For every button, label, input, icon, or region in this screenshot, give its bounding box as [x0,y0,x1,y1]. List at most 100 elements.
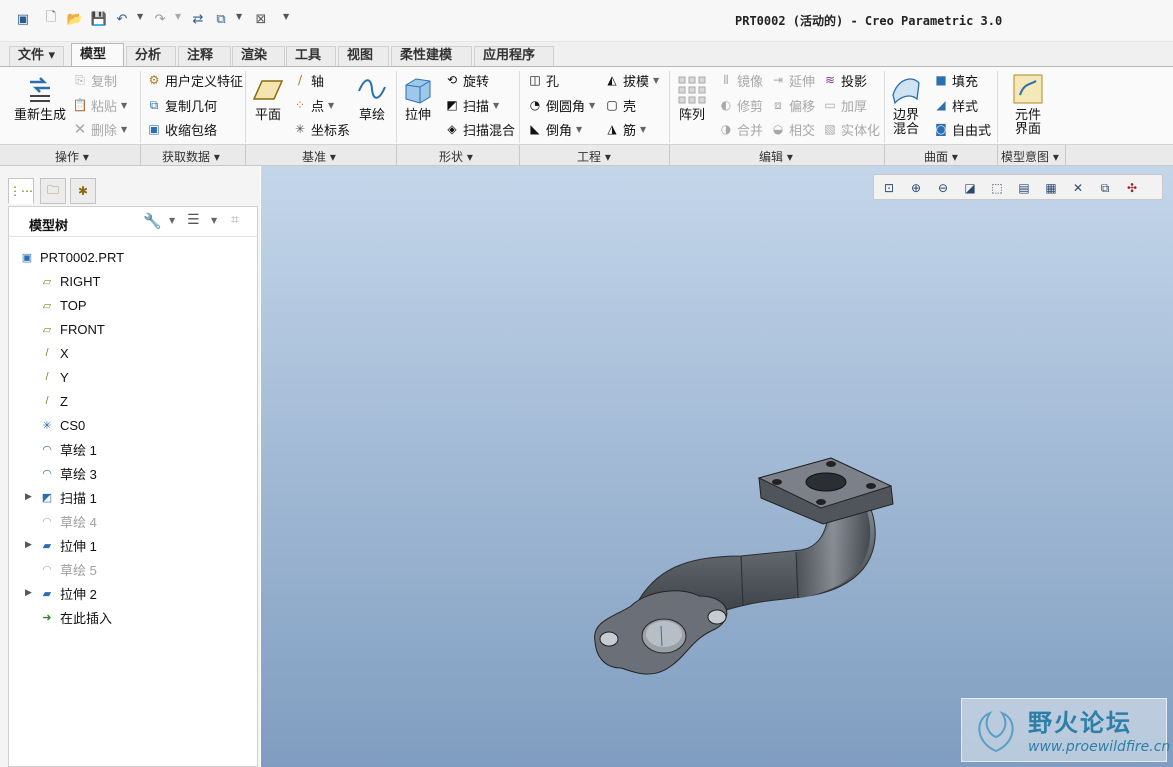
model-tree-tab-icon[interactable]: ⋮⋯ [8,178,34,204]
regenerate-small-icon[interactable]: ⇄ [189,10,207,28]
point-dropdown-icon[interactable]: ▼ [328,101,334,110]
tree-node[interactable]: ▱ TOP [39,295,87,315]
tree-node[interactable]: ✳ CS0 [39,415,85,435]
app-menu-icon[interactable]: ▣ [14,10,32,28]
tab-flexible-modeling[interactable]: 柔性建模 [391,46,472,66]
tree-node[interactable]: ▰ 拉伸 2 [39,583,97,603]
favorites-tab-icon[interactable]: ✱ [70,178,96,204]
extrude-button[interactable]: 拉伸 [402,73,434,123]
paste-button[interactable]: 📋 粘贴 ▼ [72,95,128,115]
sketch-button[interactable]: 草绘 [356,73,388,123]
tree-node[interactable]: / X [39,343,68,363]
zoom-in-icon[interactable]: ⊕ [905,178,927,198]
group-surfaces[interactable]: 曲面 ▾ [924,148,958,165]
group-model-intent[interactable]: 模型意图 ▾ [1001,148,1059,165]
group-engineering[interactable]: 工程 ▾ [577,148,611,165]
tab-tools[interactable]: 工具 [286,46,336,66]
tab-file[interactable]: 文件 ▾ [9,46,64,66]
tree-expander-icon[interactable]: ▶ [25,492,32,502]
trim-button[interactable]: ◐ 修剪 [718,95,763,115]
tab-view[interactable]: 视图 [338,46,389,66]
regenerate-button[interactable]: 重新生成 [14,73,66,123]
tab-render[interactable]: 渲染 [232,46,285,66]
freestyle-button[interactable]: ◙ 自由式 [933,119,991,139]
display-style-icon[interactable]: ⬚ [986,178,1008,198]
boundary-blend-button[interactable]: 边界 混合 [890,73,922,137]
tree-node[interactable]: ◠ 草绘 4 [39,511,97,531]
open-folder-icon[interactable]: 📂 [66,10,84,28]
component-interface-button[interactable]: 元件 界面 [1012,73,1044,137]
mirror-button[interactable]: ⫴ 镜像 [718,70,763,90]
round-dropdown-icon[interactable]: ▼ [589,101,595,110]
axis-button[interactable]: / 轴 [292,70,324,90]
refit-icon[interactable]: ⊡ [878,178,900,198]
intersect-button[interactable]: ◒ 相交 [770,119,815,139]
repaint-icon[interactable]: ◪ [959,178,981,198]
tree-node[interactable]: ▣ PRT0002.PRT [19,247,124,267]
rib-button[interactable]: ◮ 筋 ▼ [604,119,646,139]
undo-dropdown-icon[interactable]: ▼ [137,12,143,21]
group-editing[interactable]: 编辑 ▾ [759,148,793,165]
tree-node[interactable]: ➜ 在此插入 [39,607,112,627]
customize-qat-icon[interactable]: ▼ [283,12,289,21]
sweep-button[interactable]: ◩ 扫描 ▼ [444,95,499,115]
solidify-button[interactable]: ▧ 实体化 [822,119,880,139]
windows-icon[interactable]: ⧉ [212,10,230,28]
save-icon[interactable]: 💾 [90,10,108,28]
style-button[interactable]: ◢ 样式 [933,95,978,115]
tree-node[interactable]: ◩ 扫描 1 [39,487,97,507]
tree-expander-icon[interactable]: ▶ [25,588,32,598]
shell-button[interactable]: ▢ 壳 [604,95,636,115]
revolve-button[interactable]: ⟲ 旋转 [444,70,489,90]
project-button[interactable]: ≋ 投影 [822,70,867,90]
tab-annotate[interactable]: 注释 [178,46,231,66]
tree-node[interactable]: ◠ 草绘 3 [39,463,97,483]
fill-button[interactable]: ■ 填充 [933,70,978,90]
round-button[interactable]: ◔ 倒圆角 ▼ [527,95,595,115]
draft-dropdown-icon[interactable]: ▼ [653,76,659,85]
group-operations[interactable]: 操作 ▾ [55,148,89,165]
draft-button[interactable]: ◭ 拔模 ▼ [604,70,659,90]
tree-columns-dropdown-icon[interactable]: ▼ [211,216,217,225]
shrinkwrap-button[interactable]: ▣ 收缩包络 [146,119,217,139]
saved-orientations-icon[interactable]: ▤ [1013,178,1035,198]
sweep-dropdown-icon[interactable]: ▼ [493,101,499,110]
tab-analysis[interactable]: 分析 [126,46,176,66]
folder-browser-tab-icon[interactable]: 🗀 [40,178,66,204]
delete-button[interactable]: ✕ 删除 ▼ [72,119,127,139]
chamfer-dropdown-icon[interactable]: ▼ [576,125,582,134]
delete-dropdown-icon[interactable]: ▼ [121,125,127,134]
tree-columns-icon[interactable]: ☰ [187,212,200,228]
windows-dropdown-icon[interactable]: ▼ [236,12,242,21]
csys-button[interactable]: ✳ 坐标系 [292,119,350,139]
tree-node[interactable]: / Z [39,391,67,411]
group-datum[interactable]: 基准 ▾ [302,148,336,165]
graphics-window[interactable]: ⊡ ⊕ ⊖ ◪ ⬚ ▤ ▦ ✕ ⧉ ✣ 野火论坛 www.proewildfir… [261,166,1173,767]
copy-button[interactable]: ⎘ 复制 [72,70,117,90]
group-shapes[interactable]: 形状 ▾ [439,148,473,165]
tree-node[interactable]: ◠ 草绘 5 [39,559,97,579]
plane-button[interactable]: 平面 [252,73,284,123]
undo-icon[interactable]: ↶ [113,10,131,28]
tree-expander-icon[interactable]: ▶ [25,540,32,550]
pipe-flange-part[interactable] [591,446,901,706]
redo-icon[interactable]: ↷ [151,10,169,28]
tab-model[interactable]: 模型 [71,43,124,67]
tree-filter-icon[interactable]: ⌗ [231,212,239,228]
annotation-display-icon[interactable]: ⧉ [1094,178,1116,198]
tree-settings-icon[interactable]: 🔧 [143,212,162,230]
hole-button[interactable]: ◫ 孔 [527,70,559,90]
pattern-button[interactable]: 阵列 [676,73,708,123]
view-manager-icon[interactable]: ▦ [1040,178,1062,198]
thicken-button[interactable]: ▭ 加厚 [822,95,867,115]
new-file-icon[interactable]: 🗋 [42,10,60,28]
udf-button[interactable]: ⚙ 用户定义特征 [146,70,243,90]
close-window-icon[interactable]: ⊠ [252,10,270,28]
tree-node[interactable]: ▰ 拉伸 1 [39,535,97,555]
zoom-out-icon[interactable]: ⊖ [932,178,954,198]
rib-dropdown-icon[interactable]: ▼ [640,125,646,134]
copy-geometry-button[interactable]: ⧉ 复制几何 [146,95,217,115]
merge-button[interactable]: ◑ 合并 [718,119,763,139]
point-button[interactable]: ⁘ 点 ▼ [292,95,334,115]
datum-display-filters-icon[interactable]: ✕ [1067,178,1089,198]
